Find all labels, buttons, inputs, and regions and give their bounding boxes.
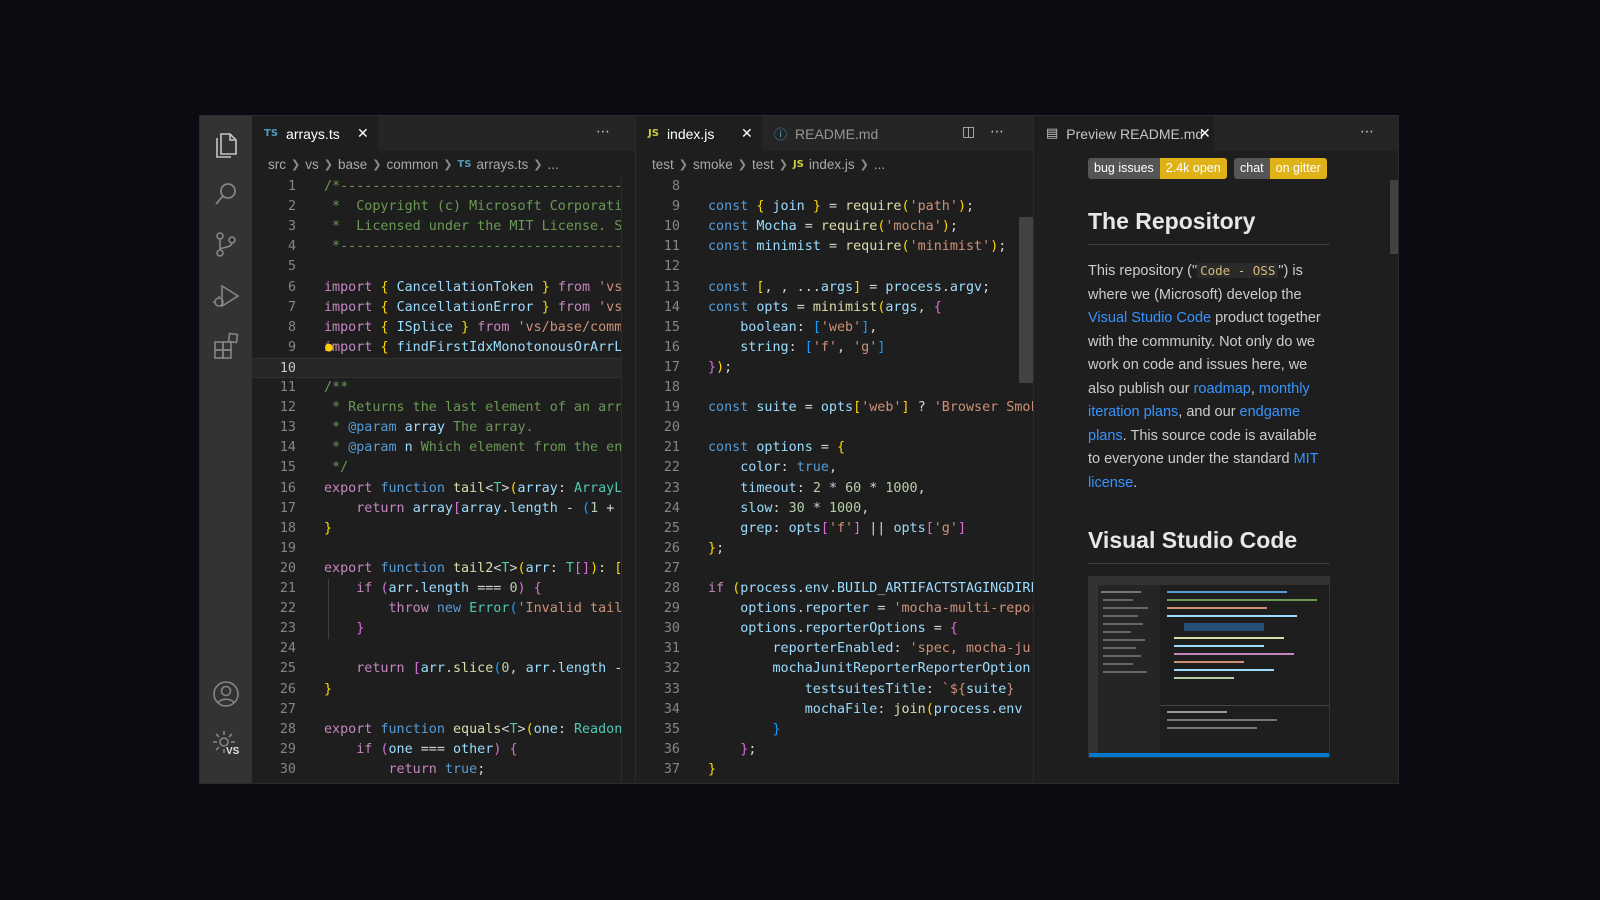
breadcrumb: src ❯ vs ❯ base ❯ common ❯ TS arrays.ts ❯ ... <box>268 156 559 172</box>
breadcrumb-item[interactable]: src <box>268 157 286 172</box>
tab-label: index.js <box>666 125 715 142</box>
tab-bar: JS index.js ✕ ⓘ README.md ◫ ⋯ <box>636 116 1033 151</box>
link-roadmap[interactable]: roadmap <box>1194 381 1251 397</box>
heading-vscode: Visual Studio Code <box>1088 525 1330 564</box>
files-icon[interactable] <box>210 128 242 160</box>
badge-chat-gitter[interactable]: chat on gitter <box>1234 158 1327 179</box>
breadcrumb-item[interactable]: ... <box>547 157 558 172</box>
preview-icon: ▤ <box>1046 126 1059 141</box>
breadcrumb: test ❯ smoke ❯ test ❯ JS index.js ❯ ... <box>652 156 886 172</box>
vscode-screenshot-image <box>1088 576 1330 758</box>
preview-scrollbar-thumb[interactable] <box>1390 180 1398 254</box>
repository-paragraph: This repository (" Code - OSS ") is where … <box>1088 263 1321 491</box>
run-debug-icon[interactable] <box>210 280 242 312</box>
lightbulb-icon[interactable]: ● <box>325 338 333 358</box>
badge-left: chat <box>1234 158 1270 179</box>
source-control-icon[interactable] <box>210 228 242 260</box>
tab-readme-md[interactable]: ⓘ README.md <box>762 116 897 151</box>
more-actions-icon[interactable]: ⋯ <box>990 124 1004 140</box>
activity-bar: VS <box>200 116 252 783</box>
badge-right: 2.4k open <box>1159 158 1227 179</box>
scrollbar[interactable] <box>621 177 635 783</box>
tab-label: Preview README.md <box>1066 125 1204 142</box>
breadcrumb-item[interactable]: test <box>652 157 674 172</box>
tab-arrays-ts[interactable]: TS arrays.ts ✕ <box>252 116 378 151</box>
close-icon[interactable]: ✕ <box>1199 126 1211 142</box>
editor-group-arrays: TS arrays.ts ✕ ⋯ src ❯ vs ❯ base ❯ common ❯ … <box>252 116 635 783</box>
close-icon[interactable]: ✕ <box>741 126 753 142</box>
split-editor-icon[interactable]: ◫ <box>962 124 975 140</box>
badge-right: on gitter <box>1269 158 1327 179</box>
tab-label: README.md <box>795 125 879 142</box>
typescript-file-icon: TS <box>457 158 472 170</box>
close-icon[interactable]: ✕ <box>357 126 369 142</box>
account-icon[interactable] <box>210 678 242 710</box>
vscode-window: VS TS arrays.ts ✕ ⋯ src ❯ vs ❯ base ❯ commo… <box>199 115 1399 784</box>
breadcrumb-item[interactable]: smoke <box>693 157 733 172</box>
badge-bug-issues[interactable]: bug issues 2.4k open <box>1088 158 1227 179</box>
javascript-file-icon: JS <box>792 158 804 170</box>
heading-repository: The Repository <box>1088 206 1330 245</box>
markdown-body: The Repository This repository (" Code - … <box>1088 206 1330 564</box>
tab-bar: TS arrays.ts ✕ ⋯ <box>252 116 635 151</box>
breadcrumb-item[interactable]: ... <box>874 157 885 172</box>
javascript-file-icon: JS <box>648 128 659 139</box>
code-editor[interactable]: 1/*-------------------------------------… <box>252 177 635 783</box>
settings-badge: VS <box>225 746 241 757</box>
editor-group-index: JS index.js ✕ ⓘ README.md ◫ ⋯ test ❯ smok… <box>635 116 1033 783</box>
breadcrumb-item[interactable]: test <box>752 157 774 172</box>
breadcrumb-item[interactable]: common <box>386 157 438 172</box>
tab-bar: ▤ Preview README.md ✕ ⋯ <box>1034 116 1398 151</box>
tab-index-js[interactable]: JS index.js ✕ <box>636 116 762 151</box>
inline-code: Code - OSS <box>1197 263 1279 278</box>
extensions-icon[interactable] <box>210 330 242 362</box>
indent-guide <box>328 579 329 639</box>
breadcrumb-item[interactable]: arrays.ts <box>476 157 528 172</box>
link-vscode[interactable]: Visual Studio Code <box>1088 310 1211 326</box>
search-icon[interactable] <box>210 178 242 210</box>
breadcrumb-item[interactable]: base <box>338 157 367 172</box>
tab-label: arrays.ts <box>286 125 340 142</box>
badge-left: bug issues <box>1088 158 1160 179</box>
markdown-preview-group: ▤ Preview README.md ✕ ⋯ bug issues 2.4k … <box>1033 116 1398 783</box>
scrollbar-thumb[interactable] <box>1019 217 1033 383</box>
typescript-file-icon: TS <box>264 128 279 139</box>
manage-gear-icon[interactable]: VS <box>210 728 242 760</box>
code-editor[interactable]: 8 9 const { join } = require('path'); 10 c… <box>636 177 1033 783</box>
more-actions-icon[interactable]: ⋯ <box>596 124 610 140</box>
info-icon: ⓘ <box>774 128 788 143</box>
tab-preview-readme[interactable]: ▤ Preview README.md ✕ <box>1034 116 1214 151</box>
breadcrumb-item[interactable]: index.js <box>809 157 855 172</box>
breadcrumb-item[interactable]: vs <box>305 157 319 172</box>
more-actions-icon[interactable]: ⋯ <box>1360 124 1374 140</box>
